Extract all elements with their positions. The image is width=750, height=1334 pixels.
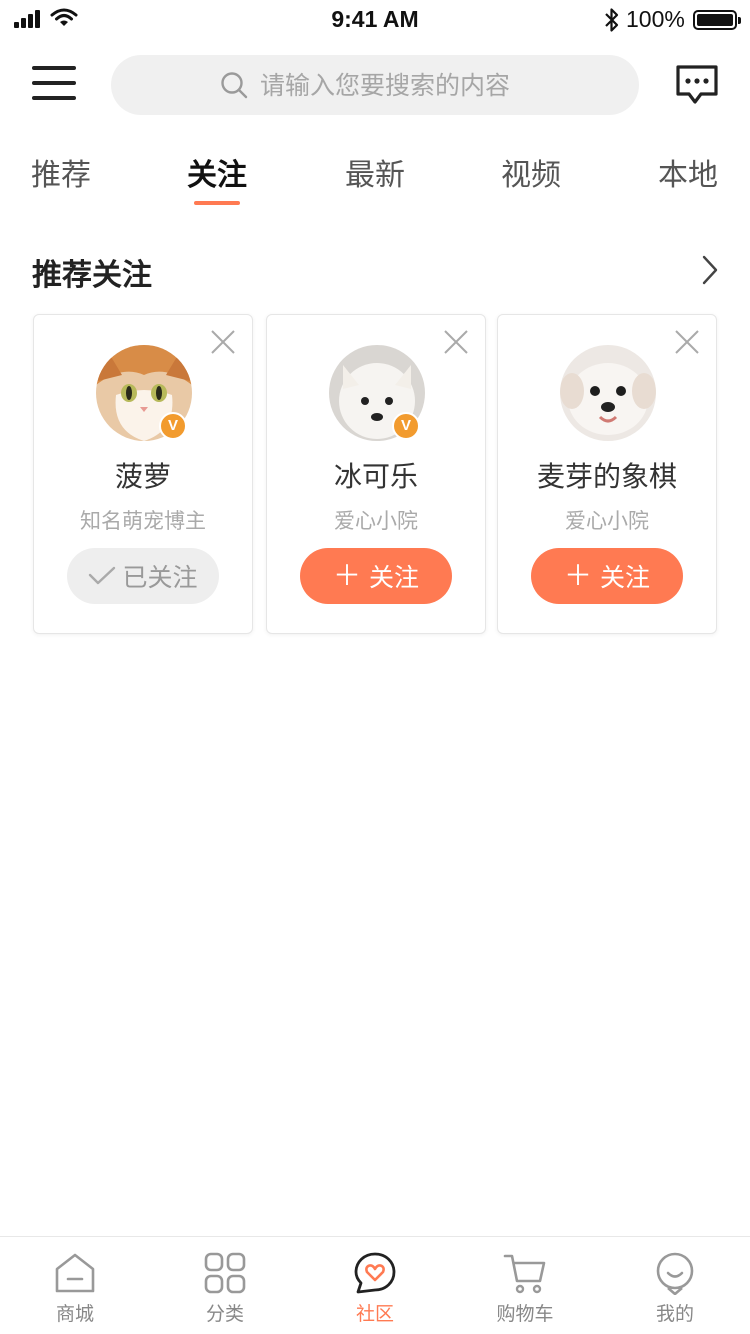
follow-button-label: 关注 xyxy=(369,563,420,592)
close-icon[interactable] xyxy=(674,329,700,355)
nav-item-category[interactable]: 分类 xyxy=(150,1237,300,1334)
card-name: 冰可乐 xyxy=(333,460,418,493)
recommend-card: V 冰可乐 爱心小院 ＋ 关注 xyxy=(266,314,486,634)
section-title: 推荐关注 xyxy=(32,258,152,293)
nav-item-cart[interactable]: 购物车 xyxy=(450,1237,600,1334)
tab-recommend[interactable]: 推荐 xyxy=(11,150,111,194)
search-input[interactable] xyxy=(260,70,530,100)
follow-button-label: 关注 xyxy=(600,563,651,592)
active-tab-indicator xyxy=(194,201,240,205)
card-desc: 爱心小院 xyxy=(334,509,418,533)
follow-button[interactable]: ＋ 关注 xyxy=(300,548,452,604)
followed-button[interactable]: 已关注 xyxy=(67,548,219,604)
community-icon xyxy=(354,1252,396,1294)
tab-local[interactable]: 本地 xyxy=(638,150,738,194)
nav-label: 商城 xyxy=(55,1303,94,1325)
profile-icon xyxy=(656,1252,694,1295)
search-icon xyxy=(221,72,248,99)
nav-item-mine[interactable]: 我的 xyxy=(600,1237,750,1334)
bottom-nav: 商城 分类 社区 购物车 我的 xyxy=(0,1236,750,1334)
status-bar: 9:41 AM 100% xyxy=(0,0,750,44)
card-desc: 爱心小院 xyxy=(565,509,649,533)
plus-icon: ＋ xyxy=(332,559,361,592)
recommend-card: V 菠萝 知名萌宠博主 已关注 xyxy=(33,314,253,634)
battery-icon xyxy=(693,10,741,30)
nav-label: 我的 xyxy=(655,1303,694,1325)
card-name: 麦芽的象棋 xyxy=(536,460,677,493)
tab-following[interactable]: 关注 xyxy=(167,150,267,194)
recommend-card: 麦芽的象棋 爱心小院 ＋ 关注 xyxy=(497,314,717,634)
page: 9:41 AM 100% 推荐 关注 最新 视频 本地 推荐关注 xyxy=(0,0,750,1334)
tab-video[interactable]: 视频 xyxy=(481,150,581,194)
close-icon[interactable] xyxy=(210,329,236,355)
cart-icon xyxy=(503,1254,546,1294)
verified-badge: V xyxy=(159,412,187,440)
check-icon xyxy=(89,566,116,585)
nav-label: 购物车 xyxy=(496,1303,554,1325)
card-name: 菠萝 xyxy=(114,460,171,493)
category-icon xyxy=(204,1252,246,1294)
message-icon[interactable] xyxy=(675,64,719,106)
nav-item-community[interactable]: 社区 xyxy=(300,1237,450,1334)
plus-icon: ＋ xyxy=(563,559,592,592)
menu-icon[interactable] xyxy=(32,66,76,102)
tab-latest[interactable]: 最新 xyxy=(325,150,425,194)
follow-button[interactable]: ＋ 关注 xyxy=(531,548,683,604)
nav-label: 分类 xyxy=(205,1303,244,1325)
search-bar[interactable] xyxy=(111,55,639,115)
home-icon xyxy=(55,1253,95,1293)
top-tabs: 推荐 关注 最新 视频 本地 xyxy=(0,140,750,210)
chevron-right-icon[interactable] xyxy=(700,254,720,286)
close-icon[interactable] xyxy=(443,329,469,355)
verified-badge: V xyxy=(392,412,420,440)
bluetooth-icon xyxy=(605,8,619,32)
battery-percent: 100% xyxy=(626,6,685,32)
avatar[interactable] xyxy=(560,345,656,441)
followed-button-label: 已关注 xyxy=(122,563,198,592)
nav-label: 社区 xyxy=(355,1303,394,1325)
nav-item-mall[interactable]: 商城 xyxy=(0,1237,150,1334)
card-desc: 知名萌宠博主 xyxy=(80,509,206,533)
